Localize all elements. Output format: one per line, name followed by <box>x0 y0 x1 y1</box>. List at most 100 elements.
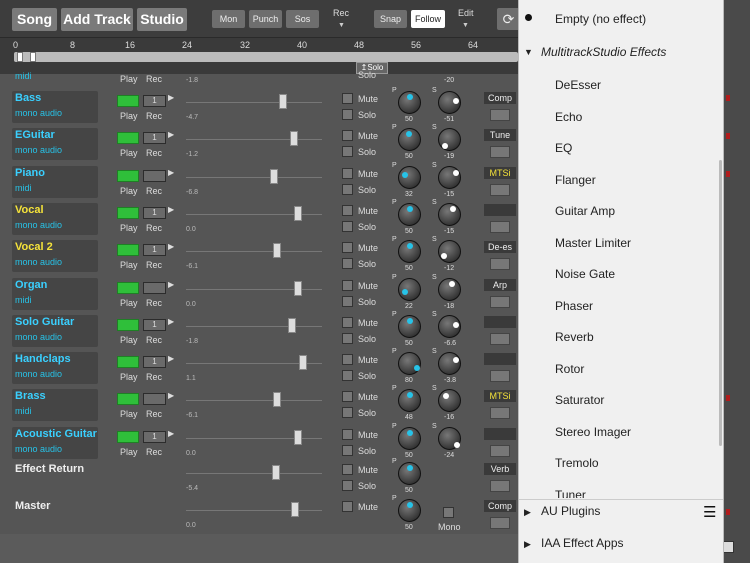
volume-fader[interactable] <box>270 169 278 184</box>
input-arrow-icon[interactable]: ▶ <box>168 93 174 102</box>
send-knob[interactable] <box>438 203 461 226</box>
input-arrow-icon[interactable]: ▶ <box>168 429 174 438</box>
plugin-edit-button[interactable] <box>490 109 510 121</box>
menu-item-effect[interactable]: Tremolo <box>555 456 599 470</box>
pan-knob[interactable] <box>398 462 421 485</box>
menu-item-effect[interactable]: DeEsser <box>555 78 601 92</box>
menu-item-effect[interactable]: Reverb <box>555 330 594 344</box>
mute-checkbox[interactable] <box>342 205 353 216</box>
add-track-button[interactable]: Add Track <box>61 8 133 31</box>
play-toggle[interactable] <box>117 244 139 256</box>
song-button[interactable]: Song <box>12 8 57 31</box>
mute-checkbox[interactable] <box>342 429 353 440</box>
mute-checkbox[interactable] <box>342 391 353 402</box>
plugin-edit-button[interactable] <box>490 407 510 419</box>
send-knob[interactable] <box>438 427 461 450</box>
solo-checkbox[interactable] <box>342 109 353 120</box>
plugin-edit-button[interactable] <box>490 370 510 382</box>
mute-checkbox[interactable] <box>342 93 353 104</box>
menu-item-effect[interactable]: Echo <box>555 110 582 124</box>
volume-fader[interactable] <box>279 94 287 109</box>
input-arrow-icon[interactable]: ▶ <box>168 317 174 326</box>
input-arrow-icon[interactable]: ▶ <box>168 242 174 251</box>
volume-fader[interactable] <box>273 392 281 407</box>
plugin-slot[interactable]: Comp <box>484 500 516 512</box>
pan-knob[interactable] <box>398 278 421 301</box>
volume-fader[interactable] <box>291 502 299 517</box>
studio-button[interactable]: Studio <box>137 8 187 31</box>
rec-toggle[interactable]: 1 <box>143 207 166 219</box>
play-toggle[interactable] <box>117 356 139 368</box>
pan-knob[interactable] <box>398 240 421 263</box>
plugin-slot[interactable] <box>484 316 516 328</box>
plugin-slot[interactable]: Tune <box>484 129 516 141</box>
menu-item-effect[interactable]: Tuner <box>555 488 586 498</box>
volume-fader[interactable] <box>294 206 302 221</box>
punch-button[interactable]: Punch <box>249 10 282 28</box>
mute-checkbox[interactable] <box>342 242 353 253</box>
rec-menu[interactable]: Rec <box>333 8 349 18</box>
plugin-edit-button[interactable] <box>490 445 510 457</box>
mono-checkbox[interactable] <box>443 507 454 518</box>
solo-checkbox[interactable] <box>342 258 353 269</box>
send-knob[interactable] <box>438 240 461 263</box>
plugin-edit-button[interactable] <box>490 221 510 233</box>
volume-fader[interactable] <box>273 243 281 258</box>
send-knob[interactable] <box>438 278 461 301</box>
menu-item-effect[interactable]: Saturator <box>555 393 604 407</box>
pan-knob[interactable] <box>398 427 421 450</box>
menu-item-effect[interactable]: Phaser <box>555 299 593 313</box>
solo-checkbox[interactable] <box>342 296 353 307</box>
pan-knob[interactable] <box>398 499 421 522</box>
solo-checkbox[interactable] <box>342 480 353 491</box>
plugin-slot[interactable]: Verb <box>484 463 516 475</box>
menu-item-effect[interactable]: Rotor <box>555 362 584 376</box>
send-knob[interactable] <box>438 128 461 151</box>
menu-scrollbar[interactable] <box>719 160 722 446</box>
mute-checkbox[interactable] <box>342 354 353 365</box>
send-knob[interactable] <box>438 315 461 338</box>
rec-toggle[interactable]: 1 <box>143 95 166 107</box>
send-knob[interactable] <box>438 91 461 114</box>
pan-knob[interactable] <box>398 389 421 412</box>
plugin-slot[interactable]: De-es <box>484 241 516 253</box>
menu-item-effect[interactable]: Master Limiter <box>555 236 631 250</box>
plugin-slot[interactable]: Arp <box>484 279 516 291</box>
plugin-slot[interactable] <box>484 428 516 440</box>
loop-end-marker[interactable] <box>30 52 36 62</box>
menu-item-empty[interactable]: Empty (no effect) <box>555 12 646 26</box>
rec-toggle[interactable]: 1 <box>143 319 166 331</box>
input-arrow-icon[interactable]: ▶ <box>168 280 174 289</box>
solo-checkbox[interactable] <box>342 184 353 195</box>
rec-toggle[interactable]: 1 <box>143 132 166 144</box>
volume-fader[interactable] <box>288 318 296 333</box>
follow-button[interactable]: Follow <box>411 10 445 28</box>
volume-fader[interactable] <box>272 465 280 480</box>
plugin-edit-button[interactable] <box>490 480 510 492</box>
plugin-slot[interactable]: MTSi <box>484 167 516 179</box>
menu-section-multitrack[interactable]: MultitrackStudio Effects <box>541 45 666 59</box>
play-toggle[interactable] <box>117 95 139 107</box>
send-knob[interactable] <box>438 166 461 189</box>
play-toggle[interactable] <box>117 319 139 331</box>
rec-toggle[interactable]: 1 <box>143 356 166 368</box>
plugin-edit-button[interactable] <box>490 296 510 308</box>
sos-button[interactable]: Sos <box>286 10 319 28</box>
snap-button[interactable]: Snap <box>374 10 407 28</box>
solo-checkbox[interactable] <box>342 445 353 456</box>
send-knob[interactable] <box>438 352 461 375</box>
volume-fader[interactable] <box>290 131 298 146</box>
solo-checkbox[interactable] <box>342 146 353 157</box>
play-toggle[interactable] <box>117 170 139 182</box>
rec-toggle[interactable] <box>143 170 166 182</box>
mute-checkbox[interactable] <box>342 501 353 512</box>
menu-item-effect[interactable]: Stereo Imager <box>555 425 631 439</box>
edit-menu[interactable]: Edit <box>458 8 474 18</box>
plugin-slot[interactable] <box>484 353 516 365</box>
input-arrow-icon[interactable]: ▶ <box>168 205 174 214</box>
play-toggle[interactable] <box>117 282 139 294</box>
plugin-edit-button[interactable] <box>490 333 510 345</box>
input-arrow-icon[interactable]: ▶ <box>168 391 174 400</box>
rec-toggle[interactable]: 1 <box>143 244 166 256</box>
plugin-slot[interactable] <box>484 204 516 216</box>
